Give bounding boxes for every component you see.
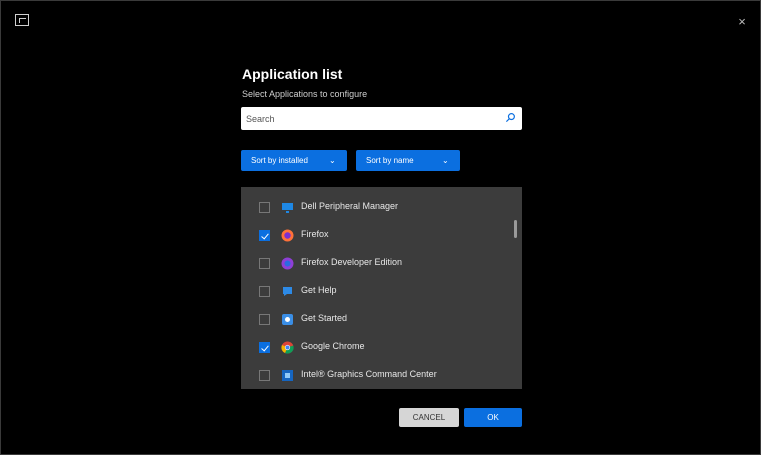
firefox-dev-icon	[281, 257, 294, 270]
chevron-down-icon: ⌄	[442, 156, 449, 165]
chrome-icon	[281, 341, 294, 354]
sort-dropdown-button[interactable]: Sort by name ⌄	[356, 150, 460, 171]
app-checkbox[interactable]	[259, 314, 270, 325]
app-checkbox[interactable]	[259, 258, 270, 269]
search-input[interactable]	[246, 111, 496, 126]
app-name: Firefox Developer Edition	[301, 257, 403, 267]
get-started-icon	[282, 314, 293, 325]
list-item[interactable]: Google Chrome	[241, 334, 511, 362]
get-help-icon	[283, 287, 292, 296]
app-checkbox[interactable]	[259, 370, 270, 381]
filter-label: Sort by installed	[251, 156, 308, 165]
display-app-icon	[282, 203, 293, 213]
app-checkbox[interactable]	[259, 286, 270, 297]
list-item[interactable]: Firefox Developer Edition	[241, 250, 511, 278]
sort-label: Sort by name	[366, 156, 414, 165]
close-icon: ×	[738, 14, 746, 29]
app-name: Get Help	[301, 285, 337, 295]
list-item[interactable]: Intel® Graphics Command Center	[241, 362, 511, 389]
dialog-window: × Application list Select Applications t…	[0, 0, 761, 455]
cancel-button[interactable]: CANCEL	[399, 408, 459, 427]
ok-button[interactable]: OK	[464, 408, 522, 427]
list-scrollbar[interactable]	[514, 220, 517, 238]
app-name: Get Started	[301, 313, 348, 323]
search-icon[interactable]	[505, 112, 516, 123]
application-list[interactable]: Dell Peripheral Manager Firefox Firefox …	[241, 187, 522, 389]
list-item[interactable]: Get Started	[241, 306, 511, 334]
close-button[interactable]: ×	[735, 15, 749, 29]
list-item[interactable]: Dell Peripheral Manager	[241, 194, 511, 222]
intel-graphics-icon	[282, 370, 293, 381]
list-item[interactable]: Get Help	[241, 278, 511, 306]
chevron-down-icon: ⌄	[329, 156, 336, 165]
filter-dropdown-button[interactable]: Sort by installed ⌄	[241, 150, 347, 171]
app-name: Google Chrome	[301, 341, 365, 351]
dialog-title: Application list	[242, 66, 343, 82]
app-name: Dell Peripheral Manager	[301, 201, 399, 211]
app-name: Firefox	[301, 229, 329, 239]
app-checkbox[interactable]	[259, 230, 270, 241]
firefox-icon	[281, 229, 294, 242]
display-manager-icon	[15, 14, 29, 26]
app-checkbox[interactable]	[259, 202, 270, 213]
app-checkbox[interactable]	[259, 342, 270, 353]
list-item[interactable]: Firefox	[241, 222, 511, 250]
search-box	[241, 107, 522, 130]
dialog-subtitle: Select Applications to configure	[242, 89, 368, 99]
app-name: Intel® Graphics Command Center	[301, 369, 437, 379]
